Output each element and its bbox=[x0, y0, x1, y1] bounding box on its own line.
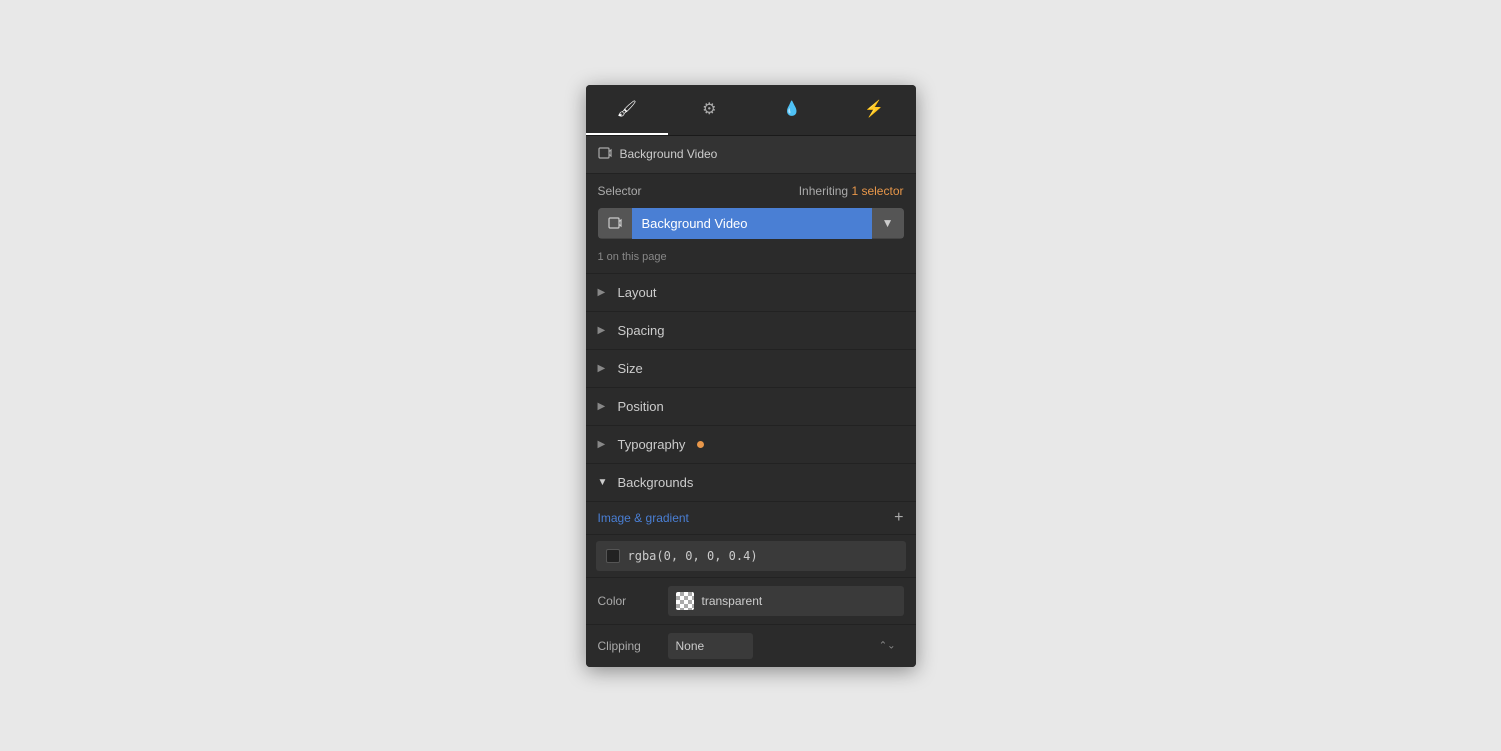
tab-droplets[interactable]: 💧 bbox=[751, 85, 834, 135]
typography-arrow-icon: ▶ bbox=[598, 439, 610, 450]
color-label: Color bbox=[598, 594, 658, 608]
tab-bolt[interactable]: ⚡ bbox=[833, 85, 916, 135]
bolt-icon: ⚡ bbox=[864, 99, 884, 119]
accordion-size[interactable]: ▶ Size bbox=[586, 349, 916, 387]
background-video-icon bbox=[598, 146, 612, 163]
inherit-link[interactable]: selector bbox=[861, 184, 903, 198]
clipping-property-row: Clipping None Border Box Padding Box Con… bbox=[586, 624, 916, 667]
inherit-info: Inheriting 1 selector bbox=[799, 184, 904, 198]
clipping-select[interactable]: None Border Box Padding Box Content Box … bbox=[668, 633, 753, 659]
accordion-typography[interactable]: ▶ Typography bbox=[586, 425, 916, 463]
backgrounds-label: Backgrounds bbox=[618, 475, 694, 490]
backgrounds-arrow-icon: ▼ bbox=[598, 477, 610, 488]
layout-label: Layout bbox=[618, 285, 657, 300]
selector-label: Selector bbox=[598, 184, 642, 198]
clipping-label: Clipping bbox=[598, 639, 658, 653]
selector-dropdown[interactable]: Background Video ▼ bbox=[598, 208, 904, 239]
color-property-row: Color transparent bbox=[586, 577, 916, 624]
color-value: transparent bbox=[702, 594, 763, 608]
position-arrow-icon: ▶ bbox=[598, 401, 610, 412]
tab-gear[interactable]: ⚙ bbox=[668, 85, 751, 135]
accordion-position[interactable]: ▶ Position bbox=[586, 387, 916, 425]
selector-chevron: ▼ bbox=[872, 208, 904, 238]
droplets-icon: 💧 bbox=[783, 100, 800, 117]
accordion-spacing[interactable]: ▶ Spacing bbox=[586, 311, 916, 349]
style-panel: 🖌 ⚙ 💧 ⚡ Background Video Selector Inheri… bbox=[586, 85, 916, 667]
selector-row: Selector Inheriting 1 selector bbox=[586, 174, 916, 204]
section-header: Background Video bbox=[586, 136, 916, 174]
selector-icon-box bbox=[598, 208, 632, 238]
spacing-label: Spacing bbox=[618, 323, 665, 338]
typography-label: Typography bbox=[618, 437, 686, 452]
typography-modified-dot bbox=[697, 441, 704, 448]
add-gradient-button[interactable]: + bbox=[894, 510, 903, 526]
tab-bar: 🖌 ⚙ 💧 ⚡ bbox=[586, 85, 916, 136]
accordion-backgrounds[interactable]: ▼ Backgrounds bbox=[586, 463, 916, 501]
header-title: Background Video bbox=[620, 147, 718, 161]
spacing-arrow-icon: ▶ bbox=[598, 325, 610, 336]
image-gradient-bar: Image & gradient + bbox=[586, 502, 916, 535]
transparent-color-swatch bbox=[676, 592, 694, 610]
gear-icon: ⚙ bbox=[702, 99, 716, 119]
position-label: Position bbox=[618, 399, 664, 414]
rgba-color-row[interactable]: rgba(0, 0, 0, 0.4) bbox=[596, 541, 906, 571]
color-input[interactable]: transparent bbox=[668, 586, 904, 616]
image-gradient-label[interactable]: Image & gradient bbox=[598, 511, 689, 525]
brush-icon: 🖌 bbox=[617, 99, 637, 119]
rgba-color-swatch bbox=[606, 549, 620, 563]
inherit-text: Inheriting bbox=[799, 184, 848, 198]
accordion-layout[interactable]: ▶ Layout bbox=[586, 273, 916, 311]
size-label: Size bbox=[618, 361, 643, 376]
size-arrow-icon: ▶ bbox=[598, 363, 610, 374]
layout-arrow-icon: ▶ bbox=[598, 287, 610, 298]
tab-brush[interactable]: 🖌 bbox=[586, 85, 669, 135]
rgba-value-text: rgba(0, 0, 0, 0.4) bbox=[628, 549, 758, 563]
selector-label-text: Background Video bbox=[632, 208, 872, 239]
on-page-count: 1 on this page bbox=[586, 247, 916, 273]
backgrounds-content: Image & gradient + rgba(0, 0, 0, 0.4) Co… bbox=[586, 501, 916, 667]
inherit-count: 1 bbox=[851, 184, 858, 198]
clipping-select-wrapper: None Border Box Padding Box Content Box … bbox=[668, 633, 904, 659]
